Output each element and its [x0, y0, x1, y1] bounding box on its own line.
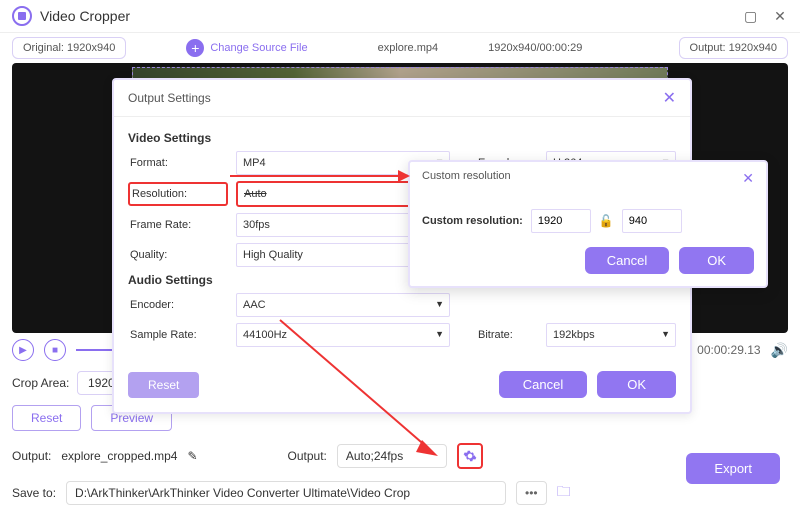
- export-button[interactable]: Export: [686, 453, 780, 484]
- app-title: Video Cropper: [40, 8, 733, 24]
- popover-ok-button[interactable]: OK: [679, 247, 754, 274]
- timecode: 00:00:29.13: [697, 343, 760, 357]
- popover-title: Custom resolution: [422, 170, 511, 187]
- dialog-reset-button[interactable]: Reset: [128, 372, 199, 398]
- source-filename: explore.mp4: [378, 42, 439, 54]
- dialog-ok-button[interactable]: OK: [597, 371, 676, 398]
- custom-width-input[interactable]: [531, 209, 591, 233]
- save-to-row: Save to: D:\ArkThinker\ArkThinker Video …: [0, 475, 800, 517]
- output-size-badge: Output: 1920x940: [679, 37, 788, 59]
- resolution-label-highlight: Resolution:: [128, 182, 228, 206]
- save-path-field[interactable]: D:\ArkThinker\ArkThinker Video Converter…: [66, 481, 506, 505]
- output-settings-gear-highlight: [457, 443, 483, 469]
- output-label-2: Output:: [288, 449, 327, 463]
- dims-duration: 1920x940/00:00:29: [488, 42, 582, 54]
- play-button[interactable]: ▶: [12, 339, 34, 361]
- save-to-label: Save to:: [12, 486, 56, 500]
- audio-encoder-dropdown[interactable]: AAC: [236, 293, 450, 317]
- popover-close-button[interactable]: ✕: [742, 170, 754, 187]
- browse-button[interactable]: •••: [516, 481, 547, 505]
- change-source-link[interactable]: Change Source File: [210, 42, 307, 54]
- video-settings-heading: Video Settings: [128, 131, 676, 145]
- bitrate-dropdown[interactable]: 192kbps: [546, 323, 676, 347]
- edit-filename-icon[interactable]: ✎: [187, 449, 197, 463]
- popover-cancel-button[interactable]: Cancel: [585, 247, 669, 274]
- open-folder-icon[interactable]: 🗀: [557, 481, 571, 505]
- add-button[interactable]: +: [186, 39, 204, 57]
- audio-encoder-label: Encoder:: [128, 295, 228, 315]
- original-size-badge: Original: 1920x940: [12, 37, 126, 59]
- custom-height-input[interactable]: [622, 209, 682, 233]
- dialog-cancel-button[interactable]: Cancel: [499, 371, 587, 398]
- info-bar: Original: 1920x940 + Change Source File …: [0, 33, 800, 63]
- stop-button[interactable]: ■: [44, 339, 66, 361]
- volume-icon[interactable]: 🔊: [771, 342, 788, 359]
- format-label: Format:: [128, 153, 228, 173]
- gear-icon[interactable]: [463, 449, 477, 463]
- frame-rate-label: Frame Rate:: [128, 215, 228, 235]
- reset-button[interactable]: Reset: [12, 405, 81, 431]
- output-filename: explore_cropped.mp4: [61, 449, 177, 463]
- bitrate-label: Bitrate:: [478, 329, 538, 341]
- app-logo-icon: [12, 6, 32, 26]
- output-label-1: Output:: [12, 449, 51, 463]
- lock-aspect-icon[interactable]: 🔓: [599, 214, 614, 228]
- minimize-button[interactable]: ▢: [743, 8, 759, 25]
- output-format-field[interactable]: Auto;24fps: [337, 444, 447, 468]
- dialog-title: Output Settings: [128, 91, 211, 105]
- quality-label: Quality:: [128, 245, 228, 265]
- close-window-button[interactable]: ✕: [772, 8, 788, 25]
- titlebar: Video Cropper ▢ ✕: [0, 0, 800, 33]
- output-row: Output: explore_cropped.mp4 ✎ Output: Au…: [0, 437, 800, 475]
- sample-rate-label: Sample Rate:: [128, 325, 228, 345]
- dialog-close-button[interactable]: ✕: [663, 88, 676, 108]
- custom-resolution-label: Custom resolution:: [422, 215, 523, 227]
- custom-resolution-popover: Custom resolution ✕ Custom resolution: 🔓…: [408, 160, 768, 288]
- crop-area-label: Crop Area:: [12, 376, 69, 390]
- sample-rate-dropdown[interactable]: 44100Hz: [236, 323, 450, 347]
